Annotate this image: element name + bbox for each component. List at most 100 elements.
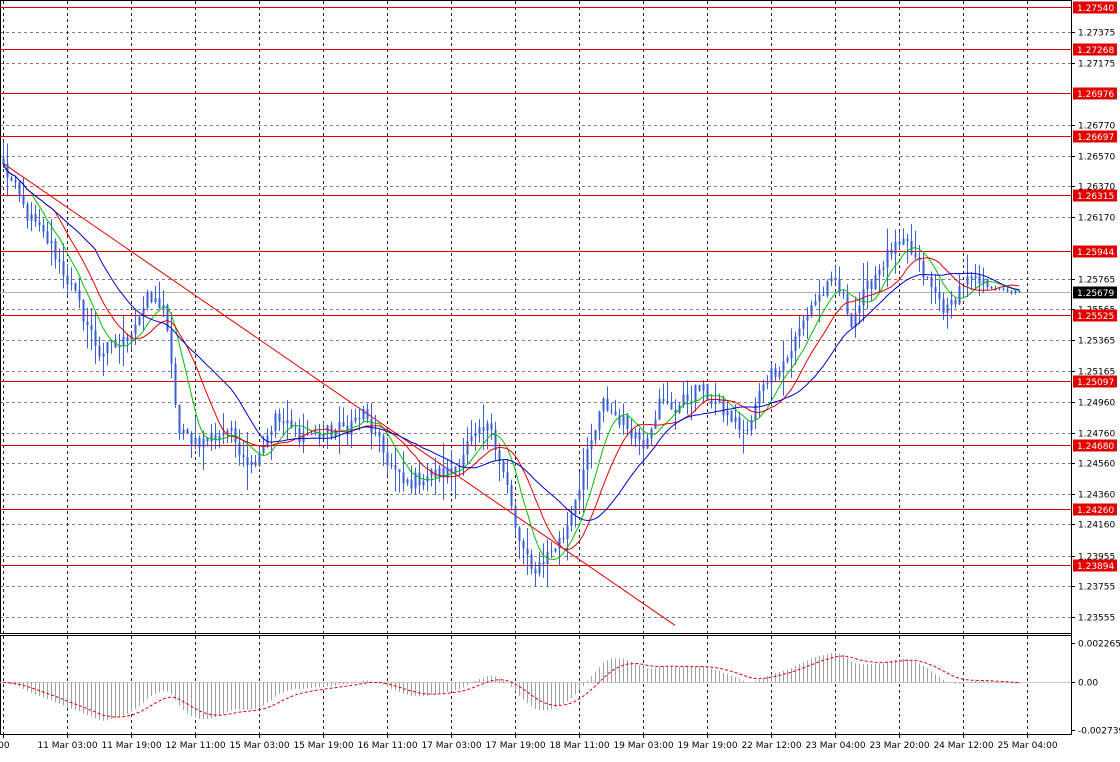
candle-body — [950, 299, 953, 305]
candle-body — [906, 238, 909, 242]
candle-body — [702, 383, 705, 391]
candle-body — [786, 358, 789, 362]
candle-body — [522, 541, 525, 549]
candle-body — [174, 363, 177, 405]
candle-body — [22, 195, 25, 205]
candle-body — [986, 278, 989, 288]
oscillator-tick-label: 0.00 — [1078, 679, 1098, 689]
candle-body — [826, 281, 829, 296]
candle-body — [666, 401, 669, 403]
candle-body — [466, 441, 469, 455]
time-axis: 1:00 11 Mar 03:00 11 Mar 19:00 12 Mar 11:00… — [0, 734, 1058, 751]
candle-body — [34, 213, 37, 222]
candle-body — [790, 350, 793, 359]
candle-body — [670, 402, 673, 410]
candle-body — [482, 427, 485, 431]
candle-body — [254, 461, 257, 466]
candle-body — [42, 225, 45, 232]
candle-body — [874, 274, 877, 289]
candle-body — [654, 419, 657, 429]
level-tag-label: 1.26697 — [1077, 133, 1114, 143]
candle-body — [158, 298, 161, 308]
candle-body — [58, 259, 61, 262]
candle-body — [86, 321, 89, 326]
candle-body — [462, 454, 465, 467]
candle-body — [50, 240, 53, 244]
candle-body — [474, 433, 477, 437]
candle-body — [894, 241, 897, 254]
candle-body — [758, 390, 761, 405]
candle-body — [934, 287, 937, 293]
candle-body — [490, 423, 493, 430]
candle-body — [202, 438, 205, 448]
candle-body — [710, 400, 713, 404]
level-tag-label: 1.26315 — [1077, 192, 1114, 202]
candle-body — [638, 432, 641, 440]
candle-body — [266, 435, 269, 446]
time-tick-label: 25 Mar 04:00 — [997, 741, 1057, 751]
candle-body — [386, 452, 389, 466]
candle-body — [182, 429, 185, 434]
candle-body — [38, 221, 41, 226]
candle-body — [622, 416, 625, 425]
time-tick-label: 18 Mar 11:00 — [549, 741, 609, 751]
level-tag-label: 1.25525 — [1077, 312, 1114, 322]
candle-body — [642, 439, 645, 449]
candle-body — [898, 241, 901, 245]
candle-body — [18, 182, 21, 196]
candle-body — [134, 324, 137, 335]
candle-body — [910, 241, 913, 254]
candle-body — [598, 411, 601, 430]
candle-body — [378, 432, 381, 437]
candle-body — [70, 283, 73, 285]
candle-body — [866, 280, 869, 289]
candle-body — [374, 432, 377, 434]
candle-body — [1002, 288, 1005, 290]
candle-body — [390, 465, 393, 467]
candle-body — [362, 409, 365, 419]
candle-body — [778, 371, 781, 377]
candle-body — [514, 505, 517, 528]
candle-body — [190, 433, 193, 445]
candle-body — [766, 382, 769, 385]
candle-body — [978, 275, 981, 284]
candle-body — [366, 409, 369, 419]
candle-body — [890, 249, 893, 254]
candle-body — [138, 316, 141, 325]
candle-body — [902, 238, 905, 245]
time-tick-label: 1:00 — [0, 741, 10, 751]
candle-body — [486, 423, 489, 431]
candle-body — [106, 342, 109, 354]
candle-body — [798, 328, 801, 337]
price-tick-label: 1.24760 — [1078, 430, 1115, 440]
candle-body — [2, 157, 5, 164]
candle-body — [198, 437, 201, 448]
candle-body — [886, 249, 889, 268]
candle-body — [246, 457, 249, 465]
candle-body — [286, 420, 289, 424]
candle-body — [494, 429, 497, 451]
candle-body — [818, 294, 821, 302]
candle-body — [1006, 289, 1009, 292]
candle-body — [278, 413, 281, 422]
price-tick-label: 1.23555 — [1078, 614, 1115, 624]
candle-body — [858, 305, 861, 314]
candle-body — [814, 301, 817, 306]
candle-body — [530, 554, 533, 569]
candle-body — [238, 442, 241, 456]
candle-body — [682, 394, 685, 406]
candle-body — [394, 465, 397, 470]
candle-body — [938, 292, 941, 300]
time-tick-label: 17 Mar 19:00 — [485, 741, 545, 751]
time-tick-label: 15 Mar 19:00 — [293, 741, 353, 751]
candle-body — [178, 404, 181, 434]
candle-body — [574, 499, 577, 515]
time-tick-label: 11 Mar 19:00 — [101, 741, 161, 751]
candle-body — [554, 548, 557, 552]
candle-body — [534, 568, 537, 574]
candle-body — [10, 177, 13, 181]
candle-body — [526, 548, 529, 555]
candle-body — [550, 551, 553, 553]
candle-body — [382, 436, 385, 453]
level-tag-label: 1.23894 — [1077, 562, 1114, 572]
